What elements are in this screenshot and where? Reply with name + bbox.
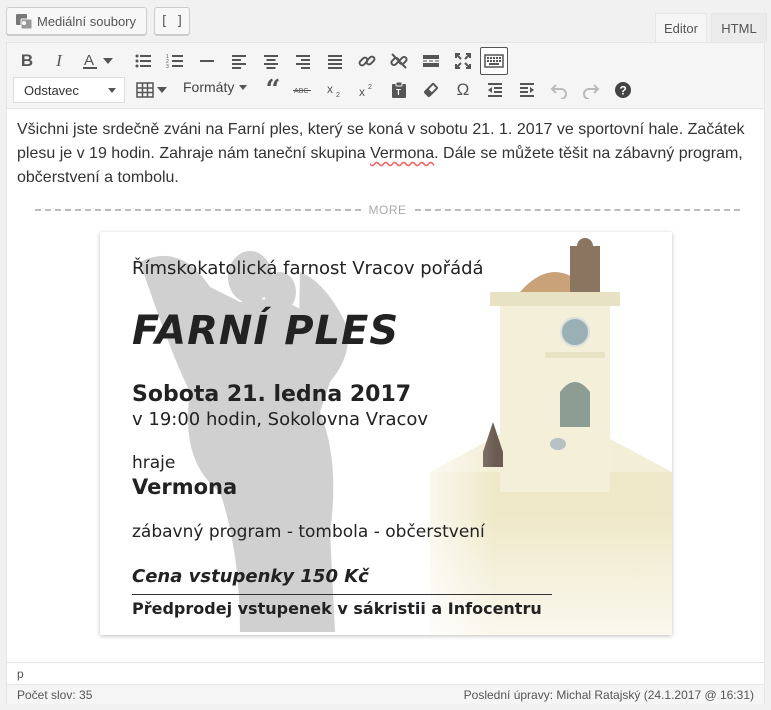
tab-html[interactable]: HTML: [711, 13, 767, 42]
editor-top-bar: Mediální soubory [ ] Editor HTML: [0, 0, 771, 42]
svg-text:2: 2: [368, 84, 372, 91]
poster-presale: Předprodej vstupenek v sákristii a Infoc…: [132, 599, 542, 618]
shortcode-button[interactable]: [ ]: [154, 7, 190, 35]
more-label: MORE: [368, 203, 407, 217]
poster-image[interactable]: Římskokatolická farnost Vracov pořádá FA…: [100, 232, 672, 635]
blockquote-icon[interactable]: “: [259, 75, 287, 105]
media-button[interactable]: Mediální soubory: [6, 7, 147, 35]
keyboard-icon[interactable]: [480, 47, 508, 75]
redo-icon[interactable]: [577, 76, 605, 104]
poster-title: FARNÍ PLES: [132, 308, 400, 354]
paragraph-format-value: Odstavec: [24, 82, 79, 98]
horizontal-line-icon[interactable]: [193, 47, 221, 75]
media-icon: [15, 12, 33, 30]
svg-text:ABC: ABC: [294, 88, 308, 95]
outdent-icon[interactable]: [481, 76, 509, 104]
subscript-icon[interactable]: x2: [321, 76, 349, 104]
poster-organizer: Římskokatolická farnost Vracov pořádá: [132, 258, 484, 279]
poster-time-place: v 19:00 hodin, Sokolovna Vracov: [132, 409, 429, 430]
read-more-icon[interactable]: [417, 47, 445, 75]
poster-plays-label: hraje: [132, 453, 176, 473]
svg-text:3: 3: [166, 64, 169, 70]
svg-text:?: ?: [620, 84, 627, 98]
bold-icon[interactable]: B: [13, 47, 41, 75]
chevron-down-icon: [108, 88, 116, 93]
link-icon[interactable]: [353, 47, 381, 75]
svg-text:A: A: [84, 52, 94, 69]
path-item[interactable]: p: [17, 667, 24, 681]
align-right-icon[interactable]: [289, 47, 317, 75]
align-left-icon[interactable]: [225, 47, 253, 75]
tab-editor[interactable]: Editor: [655, 13, 707, 42]
align-center-icon[interactable]: [257, 47, 285, 75]
formats-menu[interactable]: Formáty: [183, 79, 248, 95]
poster-price: Cena vstupenky 150 Kč: [132, 566, 369, 587]
poster-date: Sobota 21. ledna 2017: [132, 382, 412, 407]
undo-icon[interactable]: [545, 76, 573, 104]
strikethrough-icon[interactable]: ABC: [289, 76, 317, 104]
editor-content-area[interactable]: Všichni jste srdečně zváni na Farní ples…: [7, 110, 764, 662]
svg-text:2: 2: [336, 92, 340, 99]
paragraph-format-select[interactable]: Odstavec: [13, 77, 125, 103]
editor-container: B I A 123 Odstavec Formáty “ ABC x 2 x 2…: [6, 42, 765, 704]
last-modified: Poslední úpravy: Michal Ratajský (24.1.2…: [463, 688, 754, 702]
separator-line: [414, 209, 740, 211]
word-count: Počet slov: 35: [17, 688, 93, 702]
svg-text:x: x: [359, 85, 365, 99]
special-character-icon[interactable]: Ω: [449, 76, 477, 104]
svg-text:x: x: [327, 82, 333, 96]
poster-program: zábavný program - tombola - občerstvení: [132, 522, 485, 542]
post-paragraph: Všichni jste srdečně zváni na Farní ples…: [17, 118, 757, 190]
poster-band: Vermona: [132, 475, 238, 499]
read-more-separator[interactable]: MORE: [35, 202, 740, 218]
element-path[interactable]: p: [7, 662, 764, 684]
editor-toolbar: B I A 123 Odstavec Formáty “ ABC x 2 x 2…: [7, 43, 764, 109]
chevron-down-icon: [239, 84, 248, 90]
chevron-down-icon[interactable]: [101, 47, 115, 75]
paste-as-text-icon[interactable]: T: [385, 76, 413, 104]
poster-divider: [132, 594, 552, 595]
media-button-label: Mediální soubory: [37, 13, 136, 29]
separator-line: [35, 209, 361, 211]
help-icon[interactable]: ?: [609, 76, 637, 104]
fullscreen-icon[interactable]: [449, 47, 477, 75]
superscript-icon[interactable]: x2: [353, 76, 381, 104]
italic-icon[interactable]: I: [45, 47, 73, 75]
chevron-down-icon[interactable]: [155, 76, 169, 104]
formats-label: Formáty: [183, 79, 235, 95]
misspelled-word[interactable]: Vermona: [370, 145, 434, 162]
svg-text:T: T: [396, 88, 401, 97]
align-justify-icon[interactable]: [321, 47, 349, 75]
status-bar: Počet slov: 35 Poslední úpravy: Michal R…: [7, 684, 764, 704]
indent-icon[interactable]: [513, 76, 541, 104]
bullet-list-icon[interactable]: [129, 47, 157, 75]
numbered-list-icon[interactable]: 123: [161, 47, 189, 75]
clear-formatting-icon[interactable]: [417, 76, 445, 104]
unlink-icon[interactable]: [385, 47, 413, 75]
